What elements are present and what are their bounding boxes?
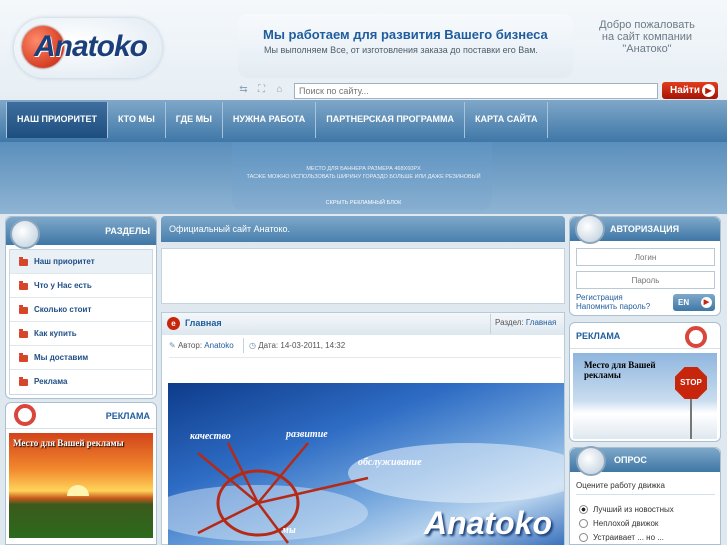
welcome-line: Добро пожаловать <box>599 19 695 31</box>
section-item[interactable]: Реклама <box>10 370 152 394</box>
radio-button[interactable] <box>579 533 588 543</box>
slogan-title: Мы работаем для развития Вашего бизнеса <box>263 27 548 42</box>
folder-icon <box>19 377 28 386</box>
key-icon <box>575 214 605 244</box>
section-item-label: Мы доставим <box>34 353 89 362</box>
section-item-label: Как купить <box>34 329 77 338</box>
nav-item-partners[interactable]: ПАРТНЕРСКАЯ ПРОГРАММА <box>316 102 465 138</box>
author-label: Автор: <box>177 341 203 350</box>
search-input[interactable] <box>294 83 658 99</box>
image-word: развитие <box>286 429 328 440</box>
target-icon <box>685 326 707 348</box>
logo-text[interactable]: Anatoko <box>34 30 148 64</box>
rss-icon[interactable]: ⇆ <box>238 84 249 95</box>
poll-option[interactable]: Неплохой движок <box>579 519 659 529</box>
bookmark-icon[interactable]: ⛶ <box>256 84 267 95</box>
sign-pole <box>690 399 692 439</box>
sun-icon <box>67 485 89 496</box>
welcome-line: "Анатоко" <box>622 43 672 55</box>
poll-option[interactable]: Устраивает ... но ... <box>579 533 664 543</box>
folder-icon <box>19 257 28 266</box>
nav-item-jobs[interactable]: НУЖНА РАБОТА <box>223 102 317 138</box>
article-emblem-icon: e <box>167 317 180 330</box>
left-ad-caption: Место для Вашей рекламы <box>13 438 124 448</box>
section-item-label: Наш приоритет <box>34 257 95 266</box>
right-ad-image[interactable]: Место для Вашей рекламы STOP <box>573 353 717 439</box>
poll-option[interactable]: Лучший из новостных <box>579 505 674 515</box>
right-ad-caption: Место для Вашей рекламы <box>584 360 656 380</box>
hide-banner-link[interactable]: СКРЫТЬ РЕКЛАМНЫЙ БЛОК <box>0 200 727 206</box>
date-value: 14-03-2011, 14:32 <box>280 341 346 350</box>
chart-icon <box>576 446 606 476</box>
section-item[interactable]: Как купить <box>10 322 152 346</box>
image-word: обслуживание <box>358 457 422 468</box>
arrow-right-icon: ▶ <box>702 84 715 97</box>
section-item[interactable]: Сколько стоит <box>10 298 152 322</box>
official-site-bar: Официальный сайт Анатоко. <box>161 216 565 242</box>
banner-text-line: ТАСЖЕ МОЖНО ИСПОЛЬЗОВАТЬ ШИРИНУ ГОРАЗДО … <box>246 174 481 180</box>
ad-placeholder-box <box>161 248 565 304</box>
password-field[interactable] <box>576 271 715 289</box>
author-meta: ✎ Автор: Anatoko <box>169 341 234 350</box>
home-icon[interactable]: ⌂ <box>274 84 285 95</box>
search-button-label: Найти <box>670 85 700 96</box>
target-icon <box>14 404 36 426</box>
pen-icon: ✎ <box>169 341 176 350</box>
folder-icon <box>19 305 28 314</box>
folder-icon <box>19 281 28 290</box>
radio-button[interactable] <box>579 505 588 515</box>
banner-text-line: МЕСТО ДЛЯ БАННЕРА РАЗМЕРА 468X60PX <box>306 166 421 172</box>
poll-option-label: Лучший из новостных <box>593 505 674 514</box>
date-meta: ◷ Дата: 14-03-2011, 14:32 <box>249 341 345 350</box>
section-label: Раздел: <box>495 318 524 327</box>
image-word: качество <box>190 431 231 442</box>
section-item-label: Что у Нас есть <box>34 281 92 290</box>
folder-icon <box>19 353 28 362</box>
poll-question: Оцените работу движка <box>576 481 665 490</box>
section-link[interactable]: Главная <box>526 318 556 327</box>
article-title[interactable]: Главная <box>185 318 222 328</box>
section-item[interactable]: Мы доставим <box>10 346 152 370</box>
nav-item-location[interactable]: ГДЕ МЫ <box>166 102 223 138</box>
login-button[interactable]: EN ▶ <box>673 294 715 311</box>
section-item[interactable]: Что у Нас есть <box>10 274 152 298</box>
nav-item-sitemap[interactable]: КАРТА САЙТА <box>465 102 549 138</box>
image-logo-text: Anatoko <box>424 505 552 541</box>
poll-option-label: Неплохой движок <box>593 519 659 528</box>
arrow-right-icon: ▶ <box>701 297 712 308</box>
register-link[interactable]: Регистрация <box>576 293 623 302</box>
article-image: качество развитие обслуживание мы Anatok… <box>168 383 564 545</box>
poll-option-label: Устраивает ... но ... <box>593 533 664 542</box>
poll-divider <box>576 494 715 495</box>
section-item[interactable]: Наш приоритет <box>10 250 152 274</box>
section-meta: Раздел: Главная <box>495 318 556 327</box>
author-link[interactable]: Anatoko <box>204 341 233 350</box>
nav-item-about[interactable]: КТО МЫ <box>108 102 166 138</box>
search-magnifier-icon <box>10 219 40 249</box>
image-word: мы <box>282 525 296 536</box>
login-field[interactable] <box>576 248 715 266</box>
stop-sign-icon: STOP <box>675 367 707 399</box>
folder-icon <box>19 329 28 338</box>
remind-password-link[interactable]: Напомнить пароль? <box>576 302 650 311</box>
left-ad-image[interactable]: Место для Вашей рекламы <box>9 433 153 538</box>
section-item-label: Сколько стоит <box>34 305 92 314</box>
radio-button[interactable] <box>579 519 588 529</box>
welcome-line: на сайт компании <box>601 31 693 43</box>
login-button-label: EN <box>678 298 690 307</box>
meta-separator <box>169 357 561 358</box>
slogan-subtitle: Мы выполняем Все, от изготовления заказа… <box>264 45 538 55</box>
welcome-text: Добро пожаловать на сайт компании "Анато… <box>587 19 707 55</box>
search-button[interactable]: Найти ▶ <box>662 82 718 99</box>
section-item-label: Реклама <box>34 377 68 386</box>
nav-bar: НАШ ПРИОРИТЕТ КТО МЫ ГДЕ МЫ НУЖНА РАБОТА… <box>6 102 721 138</box>
meta-divider <box>243 338 244 353</box>
header-divider <box>490 314 491 334</box>
nav-item-priority[interactable]: НАШ ПРИОРИТЕТ <box>6 102 108 138</box>
clock-icon: ◷ <box>249 341 256 350</box>
date-label: Дата: <box>258 341 279 350</box>
